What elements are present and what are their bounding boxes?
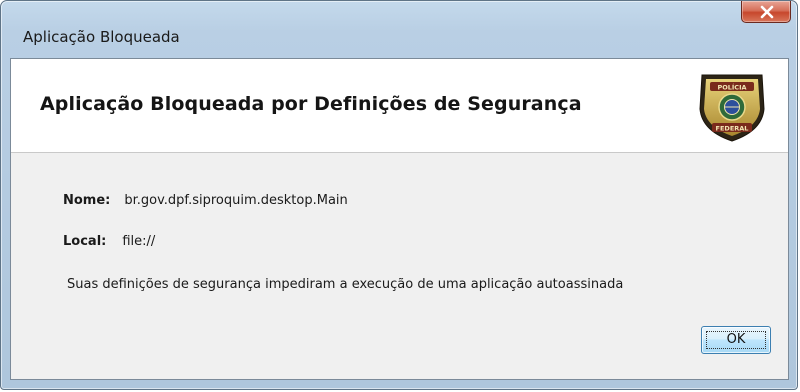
close-button[interactable] [741, 1, 791, 23]
local-row: Local: file:// [63, 234, 155, 249]
close-icon [760, 5, 774, 19]
svg-text:FEDERAL: FEDERAL [716, 125, 749, 133]
ok-button-label: OK [726, 332, 746, 347]
dialog-content: Aplicação Bloqueada por Definições de Se… [10, 58, 789, 380]
dialog-heading: Aplicação Bloqueada por Definições de Se… [40, 93, 582, 115]
security-message: Suas definições de segurança impediram a… [67, 277, 624, 292]
name-row: Nome: br.gov.dpf.siproquim.desktop.Main [63, 193, 348, 208]
dialog-window: Aplicação Bloqueada Aplicação Bloqueada … [0, 0, 798, 390]
ok-button[interactable]: OK [701, 326, 771, 354]
local-value: file:// [122, 234, 156, 249]
name-value: br.gov.dpf.siproquim.desktop.Main [124, 193, 348, 208]
policia-federal-badge-icon: POLÍCIA FEDERAL [699, 74, 765, 142]
header-panel: Aplicação Bloqueada por Definições de Se… [11, 59, 788, 153]
svg-text:POLÍCIA: POLÍCIA [717, 83, 746, 92]
name-label: Nome: [63, 193, 111, 208]
local-label: Local: [63, 234, 107, 249]
window-title: Aplicação Bloqueada [23, 28, 180, 46]
title-bar[interactable]: Aplicação Bloqueada [1, 1, 797, 57]
